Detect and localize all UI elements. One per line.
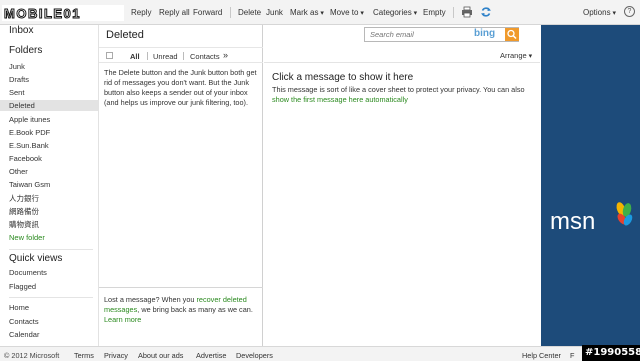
filter-all[interactable]: All [130,52,140,61]
sidebar-item-sent[interactable]: Sent [9,88,24,97]
reading-pane-desc-text: This message is sort of like a cover she… [272,85,525,94]
sidebar-divider [9,297,93,298]
reply-all-button[interactable]: Reply all [159,8,190,17]
recover-info-prefix: Lost a message? When you [104,295,197,304]
footer: © 2012 Microsoft Terms Privacy About our… [0,346,640,361]
arrange-menu[interactable]: Arrange [500,51,532,60]
sidebar-item-other[interactable]: Other [9,167,28,176]
new-folder-link[interactable]: New folder [9,233,45,242]
sidebar-item-backup[interactable]: 網路備份 [9,206,39,217]
footer-advertise-link[interactable]: Advertise [196,351,226,360]
sidebar-item-documents[interactable]: Documents [9,268,47,277]
filter-unread[interactable]: Unread [153,52,178,61]
folder-title: Deleted [106,29,144,41]
sidebar-item-apple-itunes[interactable]: Apple itunes [9,115,50,124]
svg-text:MOBILE01: MOBILE01 [4,6,81,21]
junk-button[interactable]: Junk [266,8,283,17]
filter-divider [183,52,184,60]
message-list: Deleted All Unread Contacts » The Delete… [99,25,263,346]
learn-more-link[interactable]: Learn more [104,315,141,324]
sidebar-item-facebook[interactable]: Facebook [9,154,42,163]
move-to-menu[interactable]: Move to [330,8,364,17]
search-box: bing [364,27,519,42]
categories-menu[interactable]: Categories [373,8,417,17]
search-input[interactable] [365,28,475,41]
sidebar-item-taiwan-gsm[interactable]: Taiwan Gsm [9,180,50,189]
sidebar-item-job-bank[interactable]: 人力銀行 [9,193,39,204]
sidebar-item-esun-bank[interactable]: E.Sun.Bank [9,141,49,150]
search-icon[interactable] [505,28,519,41]
mobile01-logo: MOBILE01 [2,5,124,22]
delete-button[interactable]: Delete [238,8,261,17]
msn-logo[interactable]: msn [548,197,638,237]
toolbar: MOBILE01 Reply Reply all Forward Delete … [0,0,640,25]
help-icon[interactable]: ? [624,6,635,17]
folders-heading: Folders [9,45,43,56]
reply-button[interactable]: Reply [131,8,151,17]
sidebar-item-shopping[interactable]: 購物資訊 [9,219,39,230]
bing-logo: bing [474,28,496,39]
footer-feedback-link[interactable]: F [570,351,574,360]
options-menu[interactable]: Options [583,8,616,17]
reading-pane-title: Click a message to show it here [272,72,414,83]
sidebar-item-contacts[interactable]: Contacts [9,317,39,326]
sync-icon[interactable] [480,6,492,18]
footer-developers-link[interactable]: Developers [236,351,273,360]
toolbar-divider [453,7,454,18]
mark-as-menu[interactable]: Mark as [290,8,324,17]
copyright-text: © 2012 Microsoft [4,351,60,360]
sidebar-item-drafts[interactable]: Drafts [9,75,29,84]
filter-divider [147,52,148,60]
filter-contacts[interactable]: Contacts [190,52,220,61]
ad-panel[interactable]: msn [541,25,640,346]
more-filters-chevron-icon[interactable]: » [223,50,228,60]
sidebar-item-calendar[interactable]: Calendar [9,330,39,339]
select-all-checkbox[interactable] [106,52,113,59]
sidebar-item-inbox[interactable]: Inbox [9,25,33,36]
reading-pane: Click a message to show it here This mes… [264,62,540,346]
sidebar-divider [9,249,93,250]
footer-privacy-link[interactable]: Privacy [104,351,128,360]
svg-text:msn: msn [550,208,595,235]
delete-info-text: The Delete button and the Junk button bo… [104,68,257,107]
forward-button[interactable]: Forward [193,8,222,17]
footer-help-center-link[interactable]: Help Center [522,351,561,360]
sidebar-item-deleted[interactable]: Deleted [0,100,98,111]
show-first-message-link[interactable]: show the first message here automaticall… [272,95,408,104]
footer-about-ads-link[interactable]: About our ads [138,351,183,360]
recover-messages-panel: Lost a message? When you recover deleted… [99,287,263,332]
quick-views-heading: Quick views [9,253,63,264]
sidebar: Inbox Folders Junk Drafts Sent Deleted A… [0,25,99,346]
reading-pane-description: This message is sort of like a cover she… [272,85,534,105]
filter-bar: All Unread Contacts » [99,47,263,63]
sidebar-item-flagged[interactable]: Flagged [9,282,36,291]
sidebar-item-junk[interactable]: Junk [9,62,25,71]
print-icon[interactable] [461,6,473,18]
recover-info-middle: , we bring back as many as we can. [137,305,253,314]
sidebar-item-ebook-pdf[interactable]: E.Book PDF [9,128,50,137]
recover-info-text: Lost a message? When you recover deleted… [104,295,259,325]
sidebar-item-home[interactable]: Home [9,303,29,312]
watermark-badge: #1990558 [582,345,640,361]
toolbar-divider [230,7,231,18]
footer-terms-link[interactable]: Terms [74,351,94,360]
empty-button[interactable]: Empty [423,8,446,17]
